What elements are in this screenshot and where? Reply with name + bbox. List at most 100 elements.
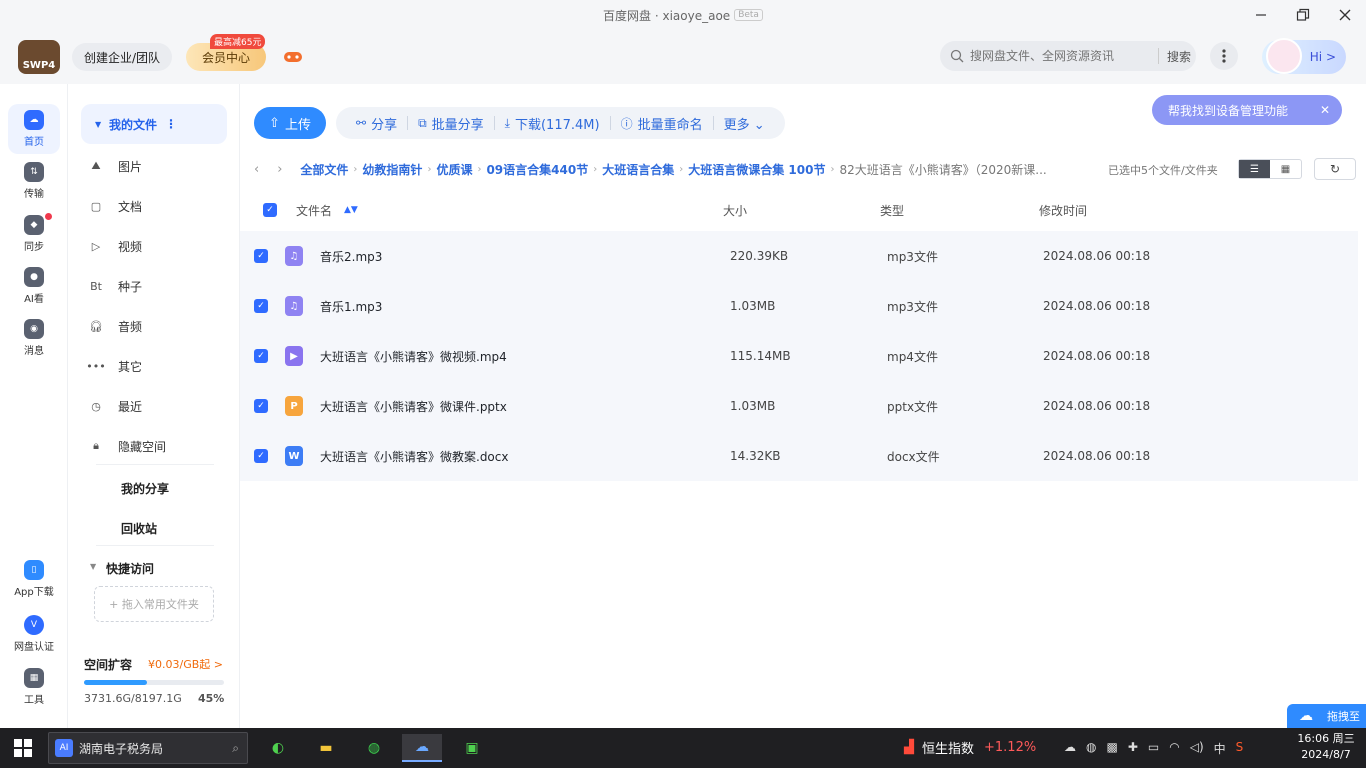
close-icon[interactable]: ✕ <box>1320 103 1330 117</box>
app-tray-icon[interactable]: ✚ <box>1128 740 1138 757</box>
baidu-netdisk-icon[interactable]: ☁ <box>402 734 442 762</box>
more-menu-button[interactable] <box>1210 42 1238 70</box>
ime-indicator[interactable]: 中 <box>1214 740 1226 757</box>
rail-item-transfer[interactable]: ⇅ 传输 <box>8 156 60 206</box>
breadcrumb-item[interactable]: 优质课 <box>436 161 472 178</box>
column-header-size[interactable]: 大小 <box>723 202 747 219</box>
rail-item-ai-view[interactable]: ● AI看 <box>8 261 60 311</box>
wechat-tray-icon[interactable]: ◍ <box>1086 740 1096 757</box>
close-window-button[interactable] <box>1324 0 1366 30</box>
row-checkbox[interactable]: ✓ <box>254 349 268 363</box>
restore-button[interactable] <box>1282 0 1324 30</box>
grid-view-icon[interactable]: ▦ <box>1270 160 1301 178</box>
sidebar-item-docs[interactable]: ▢ 文档 <box>91 196 142 216</box>
sidebar-my-files[interactable]: ▼ 我的文件 ⋮ <box>81 104 227 144</box>
breadcrumb-item[interactable]: 全部文件 <box>300 161 348 178</box>
share-button[interactable]: ⚯ 分享 <box>346 107 407 139</box>
rail-item-home[interactable]: ☁ 首页 <box>8 104 60 154</box>
refresh-button[interactable]: ↻ <box>1314 158 1356 180</box>
sidebar-item-videos[interactable]: ▷ 视频 <box>92 236 142 256</box>
rail-item-messages[interactable]: ◉ 消息 <box>8 313 60 363</box>
back-arrow-icon[interactable]: ‹ <box>254 162 259 177</box>
screen-app-icon[interactable]: ▣ <box>452 734 492 762</box>
verify-icon: V <box>24 615 44 635</box>
nvidia-tray-icon[interactable]: ▩ <box>1106 740 1117 757</box>
row-checkbox[interactable]: ✓ <box>254 299 268 313</box>
rail-item-app-download[interactable]: ▯ App下载 <box>8 554 60 604</box>
upload-button[interactable]: ⇧ 上传 <box>254 107 326 139</box>
add-quick-folder-dropzone[interactable]: + 拖入常用文件夹 <box>94 586 214 622</box>
column-header-type[interactable]: 类型 <box>880 202 904 219</box>
rail-label: 同步 <box>24 242 44 253</box>
breadcrumb-item[interactable]: 大班语言微课合集 100节 <box>688 161 825 178</box>
table-row[interactable]: ✓ ♫ 音乐1.mp3 1.03MB mp3文件 2024.08.06 00:1… <box>240 281 1358 331</box>
taskbar-search[interactable]: AI 湖南电子税务局 ⌕ <box>48 732 248 764</box>
file-modified-time: 2024.08.06 00:18 <box>1043 249 1151 263</box>
sidebar-item-images[interactable]: ⛰ 图片 <box>91 156 142 176</box>
forward-arrow-icon[interactable]: › <box>277 162 282 177</box>
vertical-dots-icon[interactable]: ⋮ <box>165 117 177 131</box>
breadcrumb-item[interactable]: 大班语言合集 <box>602 161 674 178</box>
batch-share-button[interactable]: ⧉ 批量分享 <box>408 107 494 139</box>
select-all-checkbox[interactable]: ✓ <box>263 203 277 217</box>
file-name[interactable]: 音乐1.mp3 <box>320 298 382 315</box>
clock-date: 2024/8/7 <box>1301 748 1351 761</box>
column-header-time[interactable]: 修改时间 <box>1039 202 1087 219</box>
browser-app-icon[interactable]: ◐ <box>258 734 298 762</box>
battery-icon[interactable]: ▭ <box>1148 740 1159 757</box>
user-logo[interactable]: SWP4 <box>18 40 60 74</box>
minimize-button[interactable] <box>1240 0 1282 30</box>
sidebar-item-torrents[interactable]: Bt 种子 <box>90 276 142 296</box>
table-row[interactable]: ✓ P 大班语言《小熊请客》微课件.pptx 1.03MB pptx文件 202… <box>240 381 1358 431</box>
list-view-icon[interactable]: ☰ <box>1239 160 1270 178</box>
sort-icon[interactable]: ▲▼ <box>344 205 358 215</box>
space-expand-link[interactable]: ¥0.03/GB起 > <box>148 656 223 672</box>
batch-rename-button[interactable]: ⓘ 批量重命名 <box>611 107 713 139</box>
drag-upload-tip[interactable]: ☁ 拖拽至 <box>1287 704 1366 728</box>
sidebar-item-hidden-space[interactable]: 🔒︎ 隐藏空间 <box>93 436 166 456</box>
row-checkbox[interactable]: ✓ <box>254 249 268 263</box>
sogou-ime-icon[interactable]: S <box>1236 740 1244 757</box>
row-checkbox[interactable]: ✓ <box>254 449 268 463</box>
volume-icon[interactable]: ◁) <box>1190 740 1204 757</box>
file-type: mp3文件 <box>887 249 938 264</box>
file-name[interactable]: 大班语言《小熊请客》微课件.pptx <box>320 398 507 415</box>
system-clock[interactable]: 16:06 周三 2024/8/7 <box>1290 731 1362 763</box>
sidebar-item-other[interactable]: ••• 其它 <box>86 356 142 376</box>
row-checkbox[interactable]: ✓ <box>254 399 268 413</box>
rail-item-verify[interactable]: V 网盘认证 <box>8 609 60 659</box>
rail-item-tools[interactable]: ▦ 工具 <box>8 662 60 712</box>
table-row[interactable]: ✓ ♫ 音乐2.mp3 220.39KB mp3文件 2024.08.06 00… <box>240 231 1358 281</box>
search-button[interactable]: 搜索 <box>1167 48 1191 65</box>
game-controller-icon[interactable] <box>282 46 304 68</box>
rail-label: App下载 <box>14 587 54 598</box>
table-row[interactable]: ✓ W 大班语言《小熊请客》微教案.docx 14.32KB docx文件 20… <box>240 431 1358 481</box>
quick-access-header[interactable]: ▼ 快捷访问 <box>90 560 154 577</box>
column-header-name[interactable]: 文件名 <box>296 202 332 219</box>
stock-ticker[interactable]: ▟ 恒生指数 +1.12% <box>904 738 1036 757</box>
netdisk-tray-icon[interactable]: ☁ <box>1064 740 1076 757</box>
file-name[interactable]: 大班语言《小熊请客》微教案.docx <box>320 448 508 465</box>
search-input[interactable] <box>970 49 1150 63</box>
rail-item-sync[interactable]: ◆ 同步 <box>8 209 60 259</box>
avatar[interactable] <box>1266 38 1302 74</box>
file-name[interactable]: 大班语言《小熊请客》微视频.mp4 <box>320 348 507 365</box>
more-actions-dropdown[interactable]: 更多 ⌄ <box>714 114 775 133</box>
breadcrumb-item[interactable]: 09语言合集440节 <box>486 161 588 178</box>
file-name[interactable]: 音乐2.mp3 <box>320 248 382 265</box>
sidebar-item-recycle-bin[interactable]: 回收站 <box>121 520 157 537</box>
windows-start-icon[interactable] <box>14 739 32 757</box>
breadcrumb-item[interactable]: 幼教指南针 <box>362 161 422 178</box>
wechat-icon[interactable]: ◍ <box>354 734 394 762</box>
sidebar-divider <box>96 464 214 465</box>
download-button[interactable]: ⤓ 下载(117.4M) <box>495 107 610 139</box>
sidebar-item-audio[interactable]: 🎧︎ 音频 <box>89 316 142 336</box>
sidebar-item-recent[interactable]: ◷ 最近 <box>91 396 142 416</box>
create-enterprise-button[interactable]: 创建企业/团队 <box>72 43 173 71</box>
table-row[interactable]: ✓ ▶ 大班语言《小熊请客》微视频.mp4 115.14MB mp4文件 202… <box>240 331 1358 381</box>
help-suggestion-pill[interactable]: 帮我找到设备管理功能 ✕ <box>1152 95 1342 125</box>
sidebar-item-my-share[interactable]: 我的分享 <box>121 480 169 497</box>
profile-pill[interactable]: Hi > <box>1262 38 1346 74</box>
wifi-icon[interactable]: ◠ <box>1169 740 1179 757</box>
file-explorer-icon[interactable]: ▬ <box>306 734 346 762</box>
